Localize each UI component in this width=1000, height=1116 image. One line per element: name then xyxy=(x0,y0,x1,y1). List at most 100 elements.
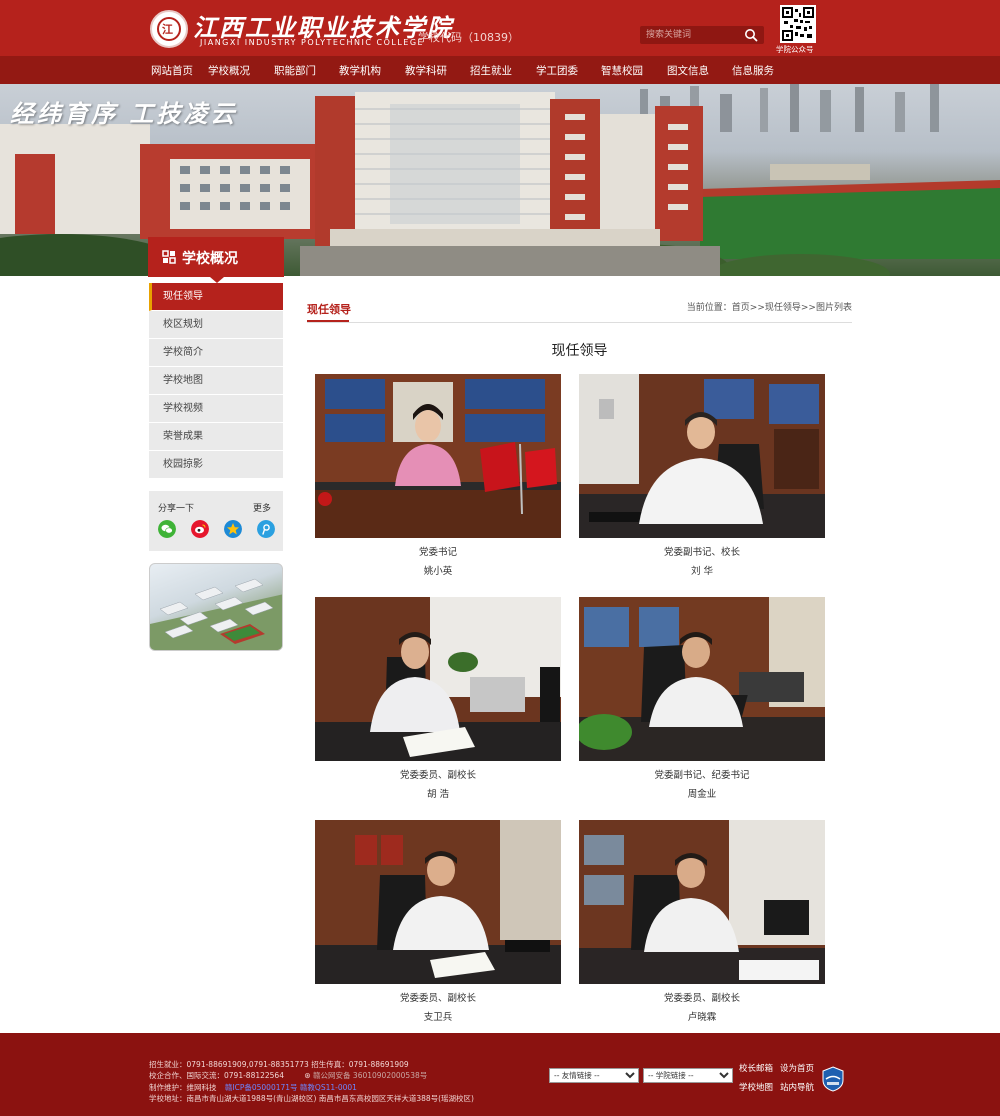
leader-portrait xyxy=(579,374,825,538)
sidebar-item-campus-planning[interactable]: 校区规划 xyxy=(149,311,283,339)
breadcrumb: 当前位置：首页>>现任领导>>图片列表 xyxy=(687,300,852,313)
nav-item-library[interactable]: 图文信息 xyxy=(667,63,709,78)
leader-portrait xyxy=(579,597,825,761)
leader-photo[interactable] xyxy=(315,374,561,538)
leader-title: 党委委员、副校长 xyxy=(663,993,740,1004)
footer-police-record[interactable]: 赣公网安备 36010902000538号 xyxy=(313,1071,427,1080)
site-header: 江 江西工业职业技术学院 JIANGXI INDUSTRY POLYTECHNI… xyxy=(0,0,1000,56)
nav-item-teaching-units[interactable]: 教学机构 xyxy=(339,63,381,78)
content-divider xyxy=(307,322,852,323)
leader-photo[interactable] xyxy=(579,374,825,538)
site-footer: 招生就业：0791-88691909,0791-88351773 招生传真：07… xyxy=(0,1033,1000,1116)
sidebar-item-current-leaders[interactable]: 现任领导 xyxy=(149,283,283,311)
sidebar-menu: 现任领导 校区规划 学校简介 学校地图 学校视频 荣誉成果 校园掠影 xyxy=(149,283,283,479)
college-links-select[interactable]: -- 学院链接 -- xyxy=(643,1068,733,1083)
leader-title: 党委书记 xyxy=(418,547,457,558)
leader-name: 刘 华 xyxy=(690,566,714,577)
leader-name: 姚小英 xyxy=(423,566,453,577)
qr-label: 学院公众号 xyxy=(776,45,814,54)
footer-address: 学校地址：南昌市青山湖大道1988号(青山湖校区) 南昌市昌东高校园区天祥大道3… xyxy=(149,1094,474,1103)
search-box xyxy=(640,26,764,44)
leader-title: 党委副书记、校长 xyxy=(663,547,740,558)
breadcrumb-separator: >> xyxy=(800,303,816,313)
search-icon[interactable] xyxy=(744,28,758,42)
campus-aerial-illustration xyxy=(150,578,282,650)
section-title-tab: 学校概况 xyxy=(148,237,284,283)
share-label: 分享一下 xyxy=(158,504,195,514)
college-logo[interactable]: 江 xyxy=(150,10,188,48)
footer-maintenance: 制作维护：维网科技 赣ICP备05000171号 赣教QS11-0001 xyxy=(149,1082,357,1093)
nav-item-smart-campus[interactable]: 智慧校园 xyxy=(601,63,643,78)
leader-portrait xyxy=(315,597,561,761)
nav-item-departments[interactable]: 职能部门 xyxy=(274,63,316,78)
section-title: 学校概况 xyxy=(182,251,238,267)
sidebar-item-school-video[interactable]: 学校视频 xyxy=(149,395,283,423)
sidebar-item-school-map[interactable]: 学校地图 xyxy=(149,367,283,395)
leader-name: 卢晓霖 xyxy=(687,1012,717,1023)
nav-item-info-services[interactable]: 信息服务 xyxy=(732,63,774,78)
campus-aerial-image[interactable] xyxy=(149,563,283,651)
share-panel: 分享一下 更多 xyxy=(149,491,283,551)
leader-portrait xyxy=(315,820,561,984)
nav-item-overview[interactable]: 学校概况 xyxy=(208,63,250,78)
tencent-weibo-icon[interactable] xyxy=(257,520,275,538)
banner-slogan: 经纬育序 工技凌云 xyxy=(10,99,238,128)
leader-photo[interactable] xyxy=(579,820,825,984)
leader-name: 支卫兵 xyxy=(423,1012,453,1023)
qr-code-icon xyxy=(782,7,814,41)
footer-admissions-contact: 招生就业：0791-88691909,0791-88351773 招生传真：07… xyxy=(149,1060,409,1069)
footer-partnership-text: 校企合作、国际交流：0791-88122564 xyxy=(149,1071,284,1080)
school-map-link[interactable]: 学校地图 xyxy=(739,1081,773,1093)
police-badge-icon: ⊛ xyxy=(304,1071,311,1080)
search-input[interactable] xyxy=(646,28,736,42)
leader-card[interactable]: 党委书记 姚小英 xyxy=(315,374,561,577)
main-nav: 网站首页 学校概况 职能部门 教学机构 教学科研 招生就业 学工团委 智慧校园 … xyxy=(0,56,1000,84)
leader-title: 党委委员、副校长 xyxy=(399,993,476,1004)
leader-card[interactable]: 党委委员、副校长 卢晓霖 xyxy=(579,820,825,1023)
friend-links-select[interactable]: -- 友情链接 -- xyxy=(549,1068,639,1083)
leader-name: 胡 浩 xyxy=(426,789,450,800)
qzone-icon[interactable] xyxy=(224,520,242,538)
page-title: 现任领导 xyxy=(551,343,608,359)
sidebar-item-campus-gallery[interactable]: 校园掠影 xyxy=(149,451,283,479)
nav-item-student-affairs[interactable]: 学工团委 xyxy=(536,63,578,78)
breadcrumb-separator: >> xyxy=(749,303,765,313)
footer-maintainer: 制作维护：维网科技 xyxy=(149,1083,217,1092)
leader-name: 周金业 xyxy=(687,789,717,800)
qr-code[interactable] xyxy=(780,5,816,43)
nav-item-home[interactable]: 网站首页 xyxy=(151,63,193,78)
grid-icon xyxy=(162,250,176,264)
nav-item-admissions[interactable]: 招生就业 xyxy=(470,63,512,78)
college-name-en: JIANGXI INDUSTRY POLYTECHNIC COLLEGE xyxy=(200,38,425,47)
leader-title: 党委委员、副校长 xyxy=(399,770,476,781)
breadcrumb-section[interactable]: 现任领导 xyxy=(765,303,801,313)
leader-photo[interactable] xyxy=(579,597,825,761)
sidebar-item-honors[interactable]: 荣誉成果 xyxy=(149,423,283,451)
share-more-link[interactable]: 更多 xyxy=(253,501,271,514)
content-tab-title: 现任领导 xyxy=(307,303,351,316)
leader-photo[interactable] xyxy=(315,820,561,984)
footer-icp-link[interactable]: 赣ICP备05000171号 赣教QS11-0001 xyxy=(225,1083,357,1092)
president-mailbox-link[interactable]: 校长邮箱 xyxy=(739,1062,773,1074)
college-logo-mark: 江 xyxy=(162,23,173,36)
breadcrumb-home[interactable]: 首页 xyxy=(732,303,750,313)
college-logo-ring: 江 xyxy=(157,17,181,41)
leader-photo[interactable] xyxy=(315,597,561,761)
sidebar-item-school-intro[interactable]: 学校简介 xyxy=(149,339,283,367)
nav-item-research[interactable]: 教学科研 xyxy=(405,63,447,78)
leader-card[interactable]: 党委副书记、校长 刘 华 xyxy=(579,374,825,577)
wechat-icon[interactable] xyxy=(158,520,176,538)
breadcrumb-prefix: 当前位置： xyxy=(686,303,732,313)
leader-portrait xyxy=(579,820,825,984)
gov-shield-icon[interactable] xyxy=(822,1066,844,1092)
leader-card[interactable]: 党委委员、副校长 胡 浩 xyxy=(315,597,561,800)
leader-card[interactable]: 党委委员、副校长 支卫兵 xyxy=(315,820,561,1023)
school-code: 学校代码（10839） xyxy=(418,31,519,44)
weibo-icon[interactable] xyxy=(191,520,209,538)
site-navigation-link[interactable]: 站内导航 xyxy=(780,1081,814,1093)
leader-card[interactable]: 党委副书记、纪委书记 周金业 xyxy=(579,597,825,800)
breadcrumb-current: 图片列表 xyxy=(815,303,852,313)
footer-partnership-contact: 校企合作、国际交流：0791-88122564 ⊛ 赣公网安备 36010902… xyxy=(149,1070,427,1081)
set-homepage-link[interactable]: 设为首页 xyxy=(780,1062,814,1074)
leader-portrait xyxy=(315,374,561,538)
